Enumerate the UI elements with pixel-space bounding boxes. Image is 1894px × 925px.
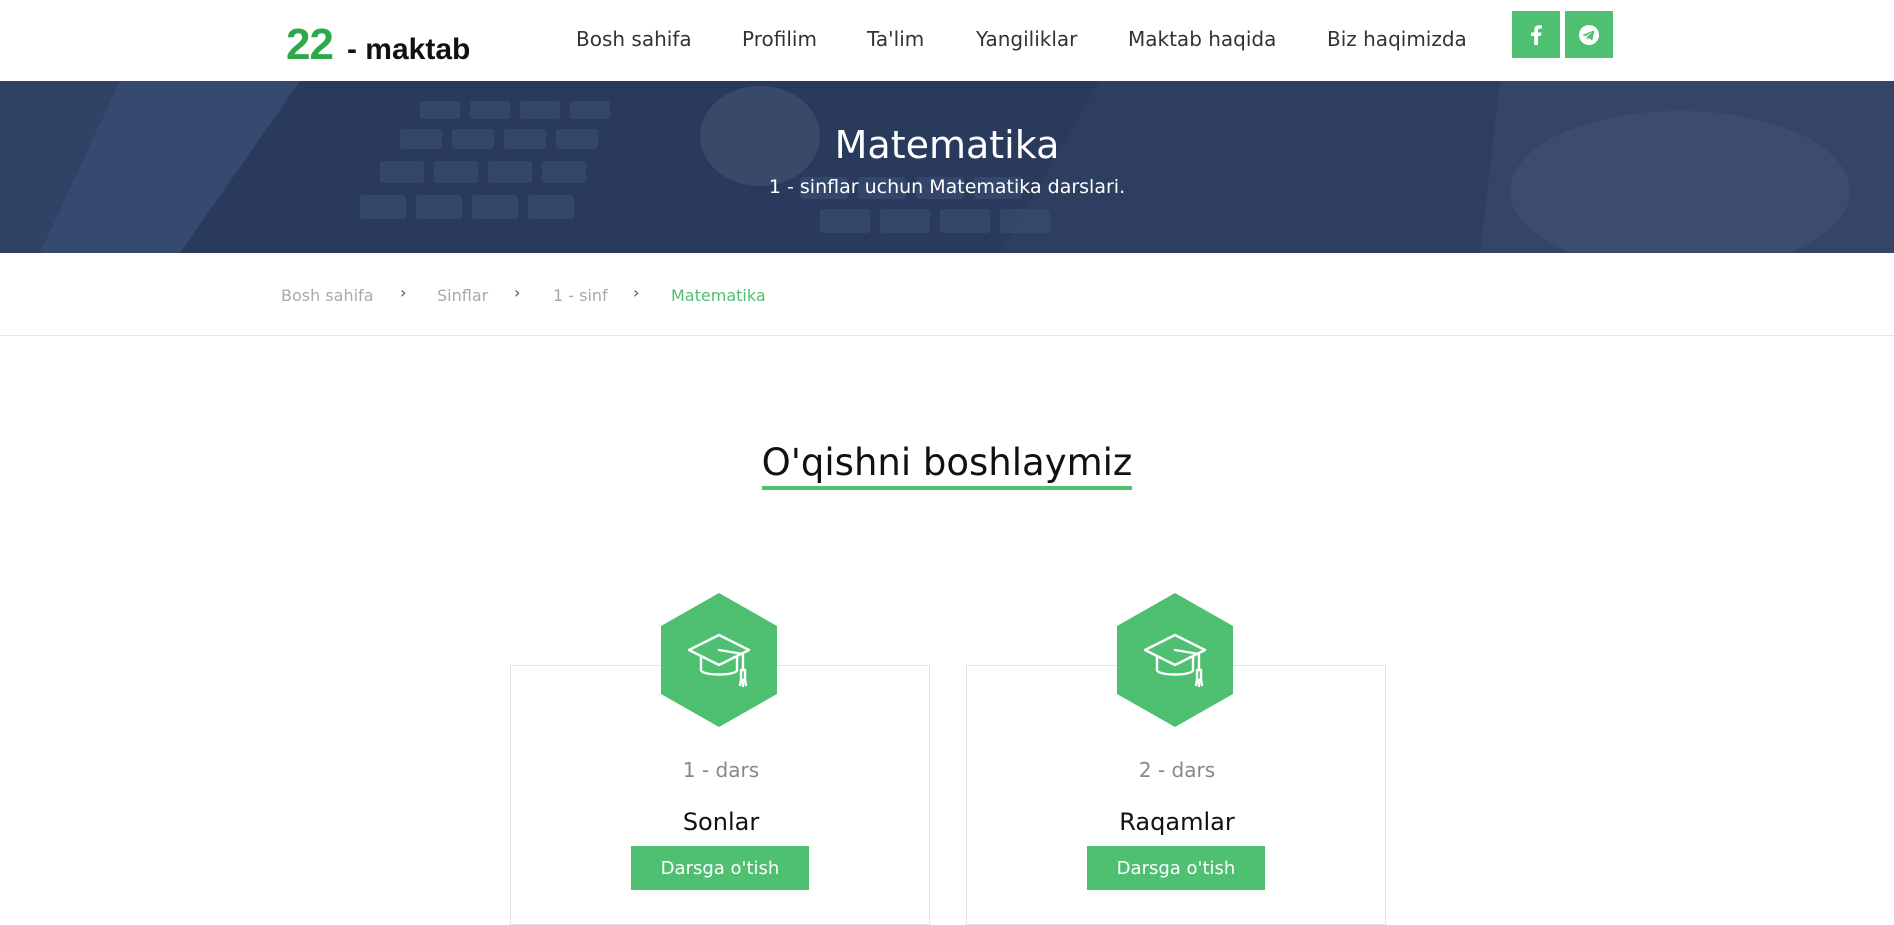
breadcrumb: Bosh sahifa › Sinflar › 1 - sinf › Matem…	[0, 253, 1894, 336]
go-to-lesson-button[interactable]: Darsga o'tish	[631, 846, 809, 890]
breadcrumb-classes[interactable]: Sinflar	[437, 286, 488, 305]
graduation-cap-icon	[1117, 593, 1233, 727]
nav-item-about-us[interactable]: Biz haqimizda	[1327, 27, 1467, 51]
nav-item-education[interactable]: Ta'lim	[867, 27, 924, 51]
lesson-title: Raqamlar	[1119, 808, 1235, 836]
breadcrumb-separator: ›	[400, 283, 407, 302]
hero-background-image	[0, 81, 1894, 253]
nav-item-profile[interactable]: Profilim	[742, 27, 817, 51]
site-logo[interactable]: 22 - maktab	[286, 20, 471, 69]
page-hero: Matematika 1 - sinflar uchun Matematika …	[0, 81, 1894, 253]
logo-number: 22	[286, 20, 334, 69]
page-title: Matematika	[834, 123, 1060, 167]
graduation-cap-icon	[661, 593, 777, 727]
site-header: 22 - maktab Bosh sahifa Profilim Ta'lim …	[0, 0, 1894, 81]
go-to-lesson-button[interactable]: Darsga o'tish	[1087, 846, 1265, 890]
breadcrumb-separator: ›	[514, 283, 521, 302]
breadcrumb-home[interactable]: Bosh sahifa	[281, 286, 374, 305]
facebook-button[interactable]	[1512, 11, 1560, 58]
lesson-number: 2 - dars	[1138, 758, 1216, 782]
nav-item-home[interactable]: Bosh sahifa	[576, 27, 692, 51]
breadcrumb-grade[interactable]: 1 - sinf	[553, 286, 608, 305]
facebook-icon	[1531, 24, 1542, 45]
section-title: O'qishni boshlaymiz	[761, 441, 1133, 490]
logo-text: - maktab	[346, 33, 471, 66]
telegram-button[interactable]	[1565, 11, 1613, 58]
nav-item-about-school[interactable]: Maktab haqida	[1128, 27, 1276, 51]
lesson-title: Sonlar	[682, 808, 760, 836]
lesson-number: 1 - dars	[682, 758, 760, 782]
telegram-icon	[1579, 24, 1599, 45]
page-subtitle: 1 - sinflar uchun Matematika darslari.	[768, 176, 1126, 198]
nav-item-news[interactable]: Yangiliklar	[976, 27, 1077, 51]
section-heading: O'qishni boshlaymiz	[0, 441, 1894, 490]
breadcrumb-separator: ›	[633, 283, 640, 302]
breadcrumb-current: Matematika	[671, 286, 766, 305]
